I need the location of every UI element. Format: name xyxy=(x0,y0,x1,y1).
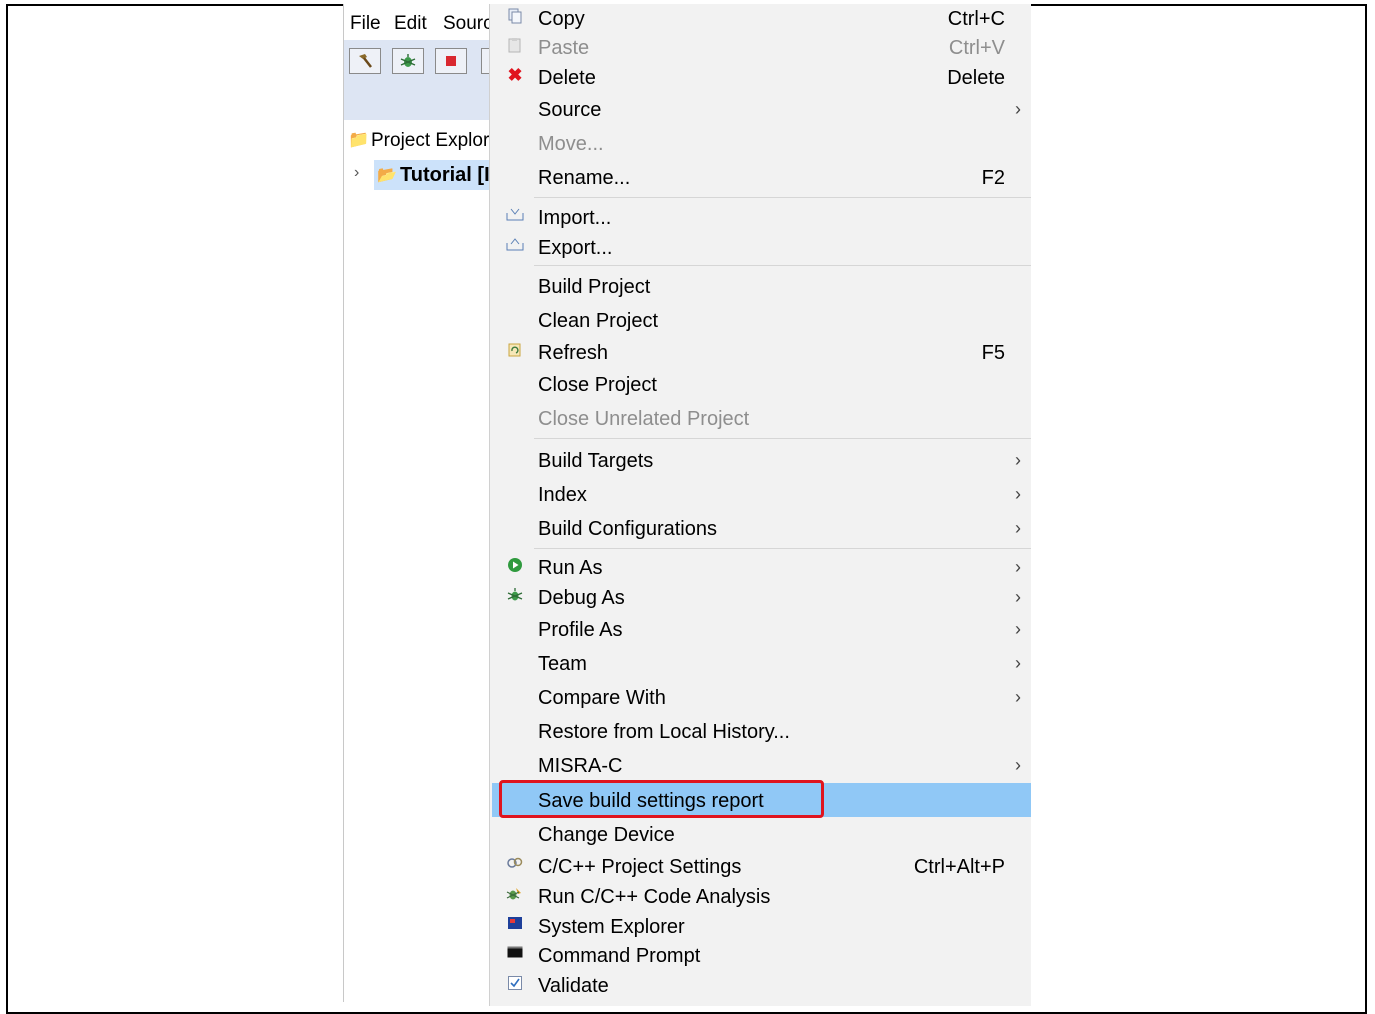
tree-item-label: Tutorial [I xyxy=(400,164,490,186)
submenu-arrow-icon: › xyxy=(1015,755,1021,775)
project-explorer-title: Project Explor xyxy=(371,130,490,151)
copy-icon xyxy=(505,8,525,29)
bug-icon[interactable] xyxy=(392,48,424,74)
separator xyxy=(534,548,1031,549)
folder-icon: 📁 xyxy=(348,130,370,149)
hammer-icon[interactable] xyxy=(349,48,381,74)
submenu-arrow-icon: › xyxy=(1015,653,1021,673)
debug-icon xyxy=(505,587,525,608)
context-menu: Copy Ctrl+C Paste Ctrl+V ✖ Delete Delete… xyxy=(489,4,1031,1006)
submenu-arrow-icon: › xyxy=(1015,587,1021,607)
menu-edit[interactable]: Edit xyxy=(394,13,427,35)
separator xyxy=(534,265,1031,266)
run-icon xyxy=(505,557,525,578)
analysis-icon xyxy=(505,886,525,907)
toolbar-overflow xyxy=(481,48,489,74)
project-explorer-tab[interactable]: 📁 Project Explor xyxy=(344,120,492,160)
submenu-arrow-icon: › xyxy=(1015,518,1021,538)
tree-row-tutorial[interactable]: › 📂 Tutorial [I xyxy=(344,160,492,190)
submenu-arrow-icon: › xyxy=(1015,99,1021,119)
submenu-arrow-icon: › xyxy=(1015,450,1021,470)
ide-window: File Edit Sourc 📁 Project Explor › 📂 Tut… xyxy=(343,4,493,1002)
separator xyxy=(534,438,1031,439)
submenu-arrow-icon: › xyxy=(1015,484,1021,504)
menu-file[interactable]: File xyxy=(350,13,381,35)
validate-icon xyxy=(505,975,525,996)
menu-source[interactable]: Sourc xyxy=(443,13,493,35)
export-icon xyxy=(505,237,525,256)
delete-icon: ✖ xyxy=(507,65,523,85)
command-prompt-icon xyxy=(505,945,525,963)
menu-bar: File Edit Sourc xyxy=(344,4,493,40)
separator xyxy=(534,197,1031,198)
import-icon xyxy=(505,207,525,226)
settings-icon xyxy=(505,856,525,875)
stop-icon[interactable] xyxy=(435,48,467,74)
paste-icon xyxy=(505,37,525,58)
refresh-icon xyxy=(505,342,525,363)
toolbar xyxy=(344,40,492,120)
submenu-arrow-icon: › xyxy=(1015,557,1021,577)
submenu-arrow-icon: › xyxy=(1015,619,1021,639)
chevron-right-icon[interactable]: › xyxy=(354,164,359,182)
annotation-highlight-box xyxy=(499,780,824,818)
project-folder-icon: 📂 xyxy=(377,167,397,184)
system-explorer-icon xyxy=(505,916,525,935)
submenu-arrow-icon: › xyxy=(1015,687,1021,707)
